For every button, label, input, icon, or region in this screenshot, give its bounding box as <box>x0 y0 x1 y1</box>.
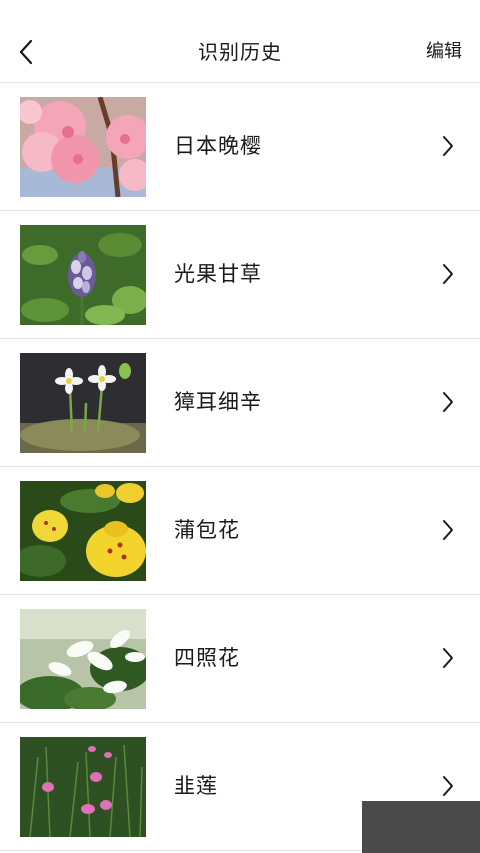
plant-thumbnail <box>20 737 146 837</box>
status-bar <box>0 0 480 22</box>
plant-thumbnail <box>20 225 146 325</box>
plant-name: 蒲包花 <box>174 518 240 542</box>
plant-name: 韭莲 <box>174 774 218 798</box>
plant-name: 日本晚樱 <box>174 134 262 158</box>
chevron-right-icon <box>443 392 453 412</box>
plant-thumbnail <box>20 97 146 197</box>
chevron-right-icon <box>443 264 453 284</box>
plant-name: 四照花 <box>174 646 240 670</box>
page-title: 识别历史 <box>198 40 282 64</box>
chevron-right-icon <box>443 520 453 540</box>
overlay-block <box>362 801 480 853</box>
list-item[interactable]: 蒲包花 <box>0 467 480 595</box>
edit-button[interactable]: 编辑 <box>426 22 462 82</box>
plant-name: 獐耳细辛 <box>174 390 262 414</box>
list-item[interactable]: 日本晚樱 <box>0 83 480 211</box>
history-list: 日本晚樱 光果甘草 獐耳细辛 蒲包花 四照花 韭莲 <box>0 83 480 851</box>
list-item[interactable]: 獐耳细辛 <box>0 339 480 467</box>
nav-bar: 识别历史 编辑 <box>0 22 480 83</box>
list-item[interactable]: 光果甘草 <box>0 211 480 339</box>
plant-thumbnail <box>20 481 146 581</box>
plant-name: 光果甘草 <box>174 262 262 286</box>
list-item[interactable]: 四照花 <box>0 595 480 723</box>
plant-thumbnail <box>20 609 146 709</box>
recognition-history-screen: 识别历史 编辑 日本晚樱 光果甘草 獐耳细辛 蒲包花 四照花 韭莲 <box>0 0 480 853</box>
chevron-right-icon <box>443 136 453 156</box>
plant-thumbnail <box>20 353 146 453</box>
chevron-right-icon <box>443 776 453 796</box>
chevron-right-icon <box>443 648 453 668</box>
